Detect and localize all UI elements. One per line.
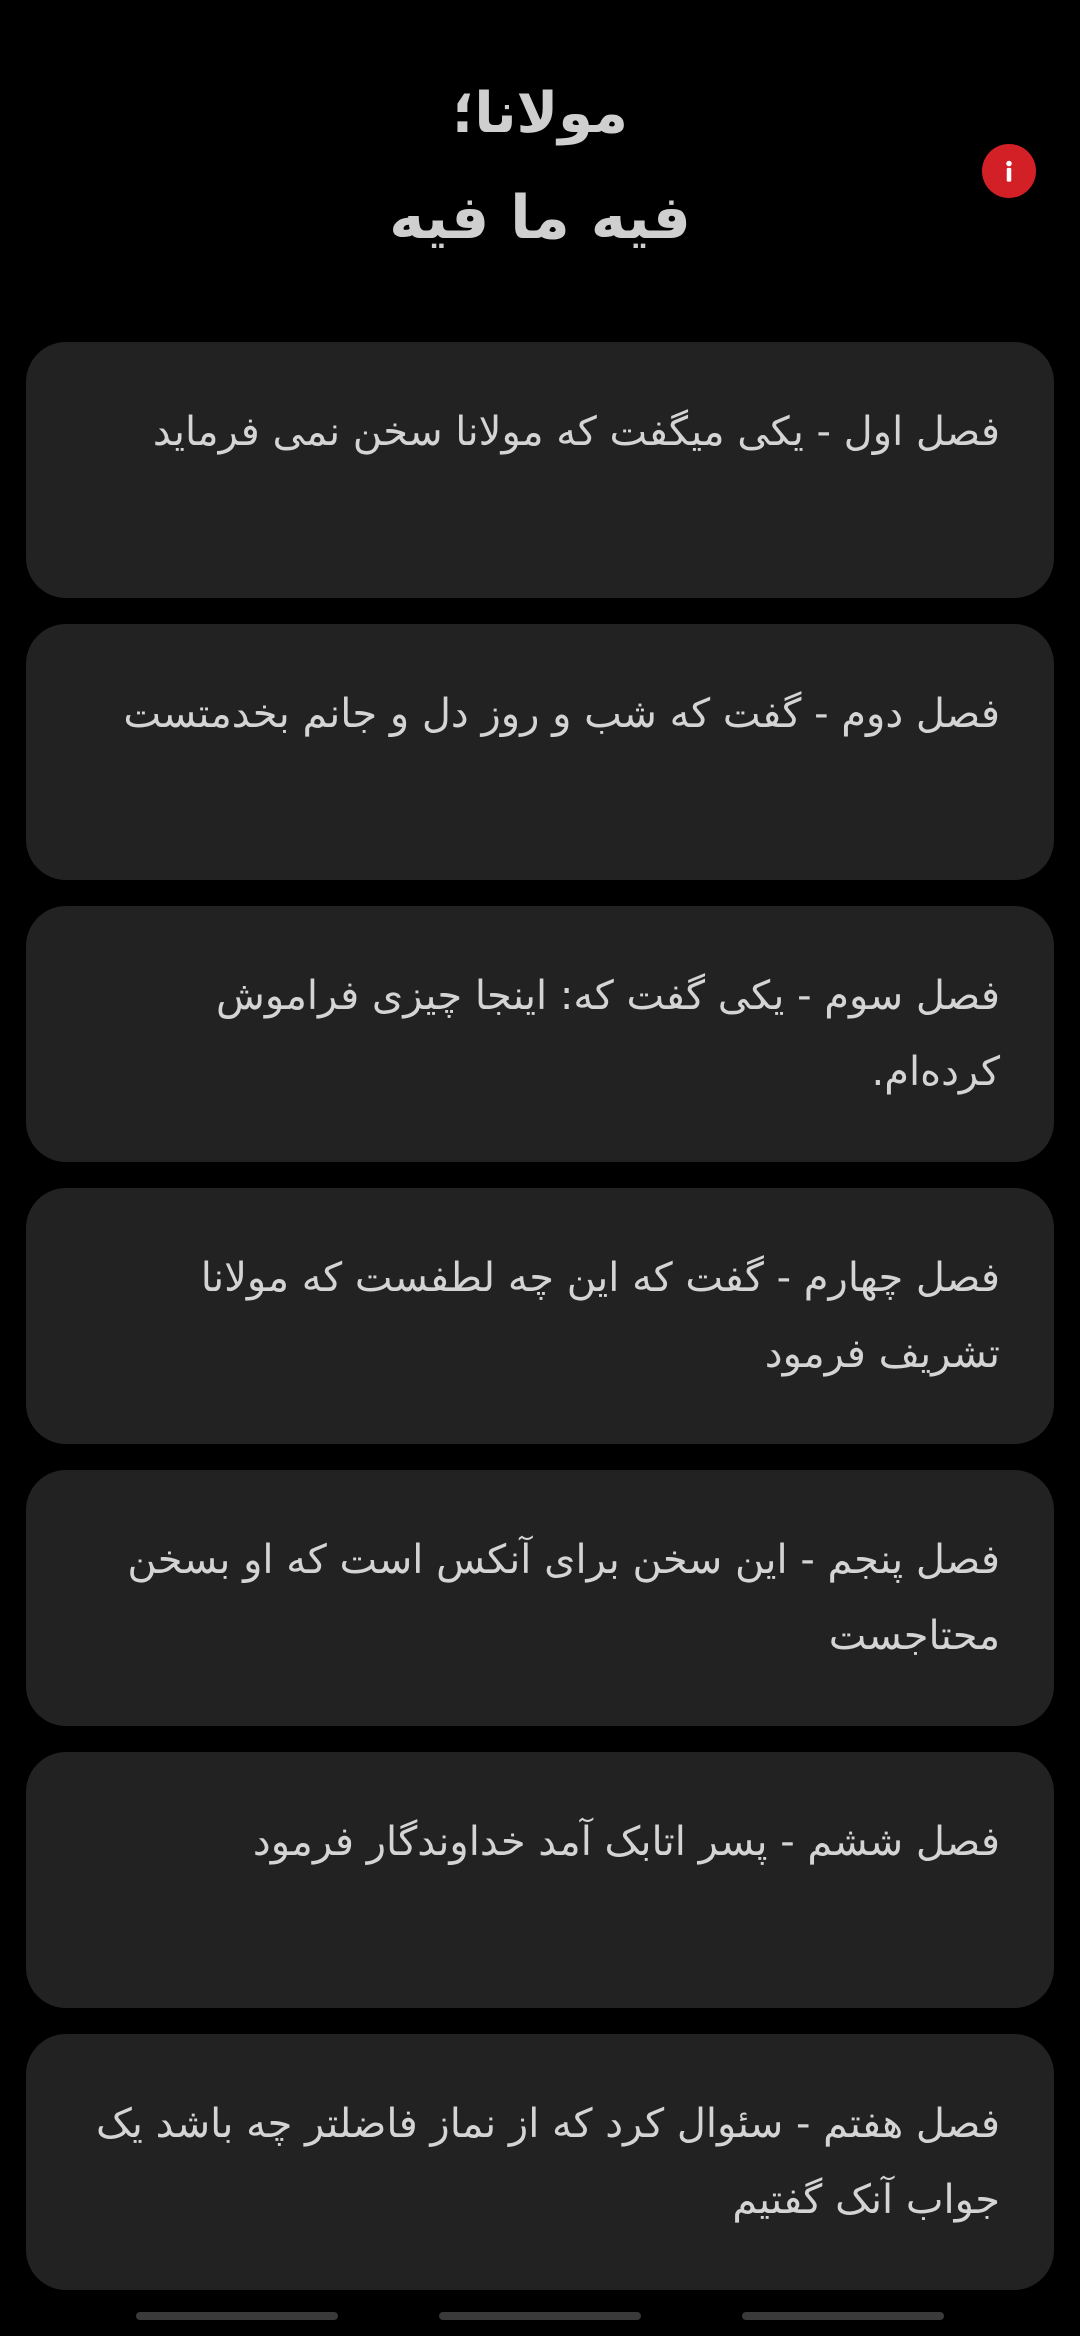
chapter-item-2[interactable]: فصل دوم - گفت که شب و روز دل و جانم بخدم… [26,624,1054,880]
chapter-item-5[interactable]: فصل پنجم - این سخن برای آنکس است که او ب… [26,1470,1054,1726]
info-icon [1006,160,1012,182]
chapter-title: فصل ششم - پسر اتابک آمد خداوندگار فرمود [252,1819,1000,1865]
chapter-item-3[interactable]: فصل سوم - یکی گفت که: اینجا چیزی فراموش … [26,906,1054,1162]
book-title: فیه ما فیه [389,183,691,253]
info-button[interactable] [982,144,1036,198]
chapter-item-1[interactable]: فصل اول - یکی میگفت که مولانا سخن نمی فر… [26,342,1054,598]
chapter-item-7[interactable]: فصل هفتم - سئوال کرد که از نماز فاضلتر چ… [26,2034,1054,2290]
chapter-title: فصل دوم - گفت که شب و روز دل و جانم بخدم… [123,691,1000,737]
chapter-item-4[interactable]: فصل چهارم - گفت که این چه لطفست که مولان… [26,1188,1054,1444]
nav-handle-right[interactable] [742,2312,944,2320]
nav-handle-center[interactable] [439,2312,641,2320]
system-nav-bar [0,2304,1080,2336]
chapter-item-6[interactable]: فصل ششم - پسر اتابک آمد خداوندگار فرمود [26,1752,1054,2008]
chapter-title: فصل اول - یکی میگفت که مولانا سخن نمی فر… [152,409,1000,455]
chapter-title: فصل چهارم - گفت که این چه لطفست که مولان… [200,1255,1000,1377]
author-title: مولانا؛ [452,81,628,146]
chapter-title: فصل هفتم - سئوال کرد که از نماز فاضلتر چ… [95,2101,1000,2223]
chapter-title: فصل سوم - یکی گفت که: اینجا چیزی فراموش … [215,973,1000,1095]
nav-handle-left[interactable] [136,2312,338,2320]
chapter-title: فصل پنجم - این سخن برای آنکس است که او ب… [127,1537,1000,1659]
chapter-list: فصل اول - یکی میگفت که مولانا سخن نمی فر… [26,342,1054,2316]
app-header: مولانا؛ فیه ما فیه [0,0,1080,340]
